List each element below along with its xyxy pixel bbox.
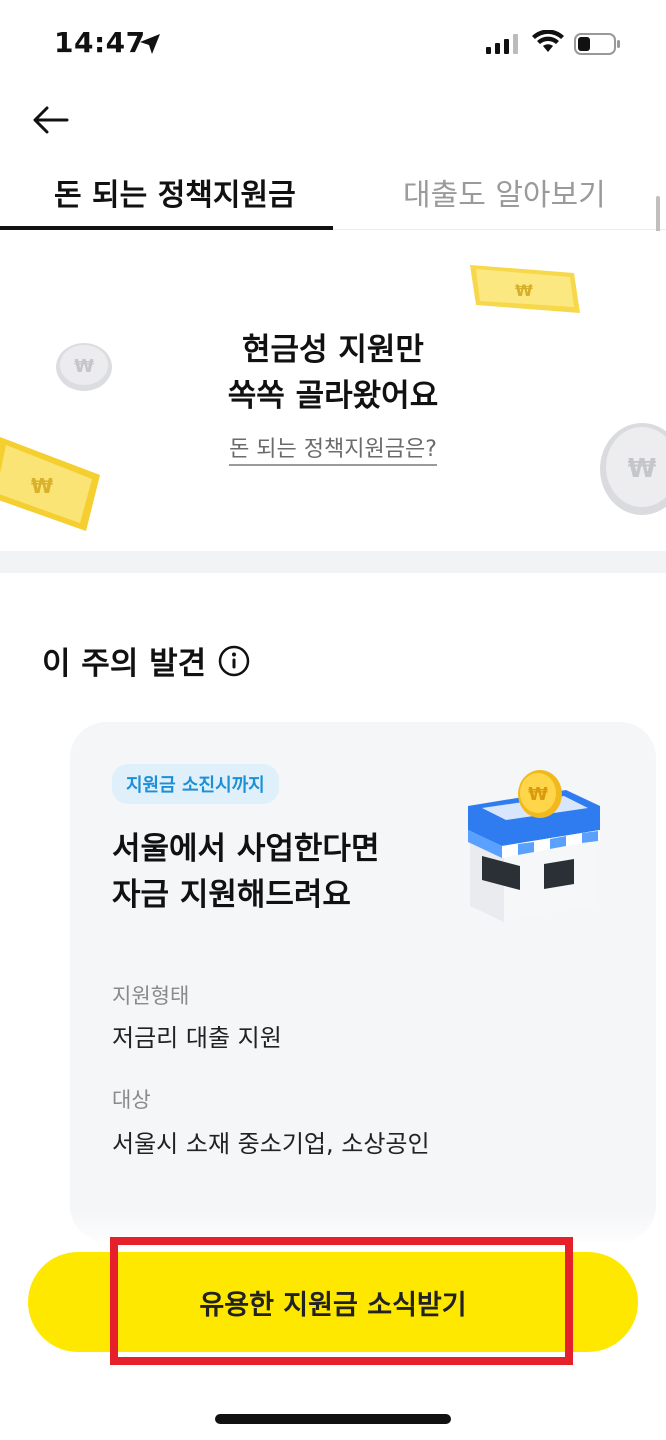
- battery-icon: [574, 33, 620, 55]
- svg-text:₩: ₩: [515, 281, 533, 300]
- status-time: 14:47: [54, 26, 146, 59]
- banner-title-line1: 현금성 지원만: [242, 332, 424, 368]
- home-indicator[interactable]: [215, 1414, 451, 1424]
- policy-info-link[interactable]: 돈 되는 정책지원금은?: [0, 431, 666, 466]
- section-title: 이 주의 발견: [42, 646, 207, 682]
- card-title-line2: 자금 지원해드려요: [112, 877, 351, 913]
- section-header: 이 주의 발견: [42, 638, 250, 683]
- svg-text:₩: ₩: [528, 784, 548, 805]
- store-coin-icon: ₩: [468, 770, 600, 922]
- promo-banner: ₩ ₩ ₩ ₩ 현금성 지원만 쏙쏙 골라왔어요 돈 되는 정책지원금은?: [0, 231, 666, 551]
- tab-loans[interactable]: 대출도 알아보기: [403, 170, 606, 214]
- money-bill-icon: ₩: [470, 265, 580, 313]
- back-button[interactable]: [28, 100, 72, 140]
- section-divider: [0, 551, 666, 573]
- status-badge: 지원금 소진시까지: [112, 764, 279, 804]
- svg-text:₩: ₩: [31, 474, 53, 498]
- cellular-signal-icon: [486, 34, 518, 54]
- target-label: 대상: [112, 1088, 151, 1112]
- card-title-line1: 서울에서 사업한다면: [112, 831, 380, 867]
- support-card[interactable]: 지원금 소진시까지 서울에서 사업한다면 자금 지원해드려요 ₩ 지원형태 저금…: [70, 722, 656, 1242]
- wifi-icon: [532, 30, 564, 52]
- location-arrow-icon: [140, 34, 160, 54]
- card-title: 서울에서 사업한다면 자금 지원해드려요: [112, 826, 379, 918]
- policy-info-link-text: 돈 되는 정책지원금은?: [229, 437, 437, 466]
- info-icon[interactable]: [218, 645, 250, 677]
- banner-title-line2: 쏙쏙 골라왔어요: [227, 378, 439, 414]
- active-tab-indicator: [0, 226, 333, 230]
- target-value: 서울시 소재 중소기업, 소상공인: [112, 1130, 430, 1158]
- tab-policy-support[interactable]: 돈 되는 정책지원금: [54, 170, 296, 214]
- banner-title: 현금성 지원만 쏙쏙 골라왔어요: [0, 327, 666, 419]
- support-type-label: 지원형태: [112, 984, 190, 1008]
- highlight-box: [110, 1237, 573, 1365]
- tab-bar: 돈 되는 정책지원금 대출도 알아보기: [0, 160, 666, 230]
- support-type-value: 저금리 대출 지원: [112, 1024, 282, 1052]
- status-bar: 14:47: [0, 0, 666, 90]
- back-arrow-icon: [33, 106, 69, 134]
